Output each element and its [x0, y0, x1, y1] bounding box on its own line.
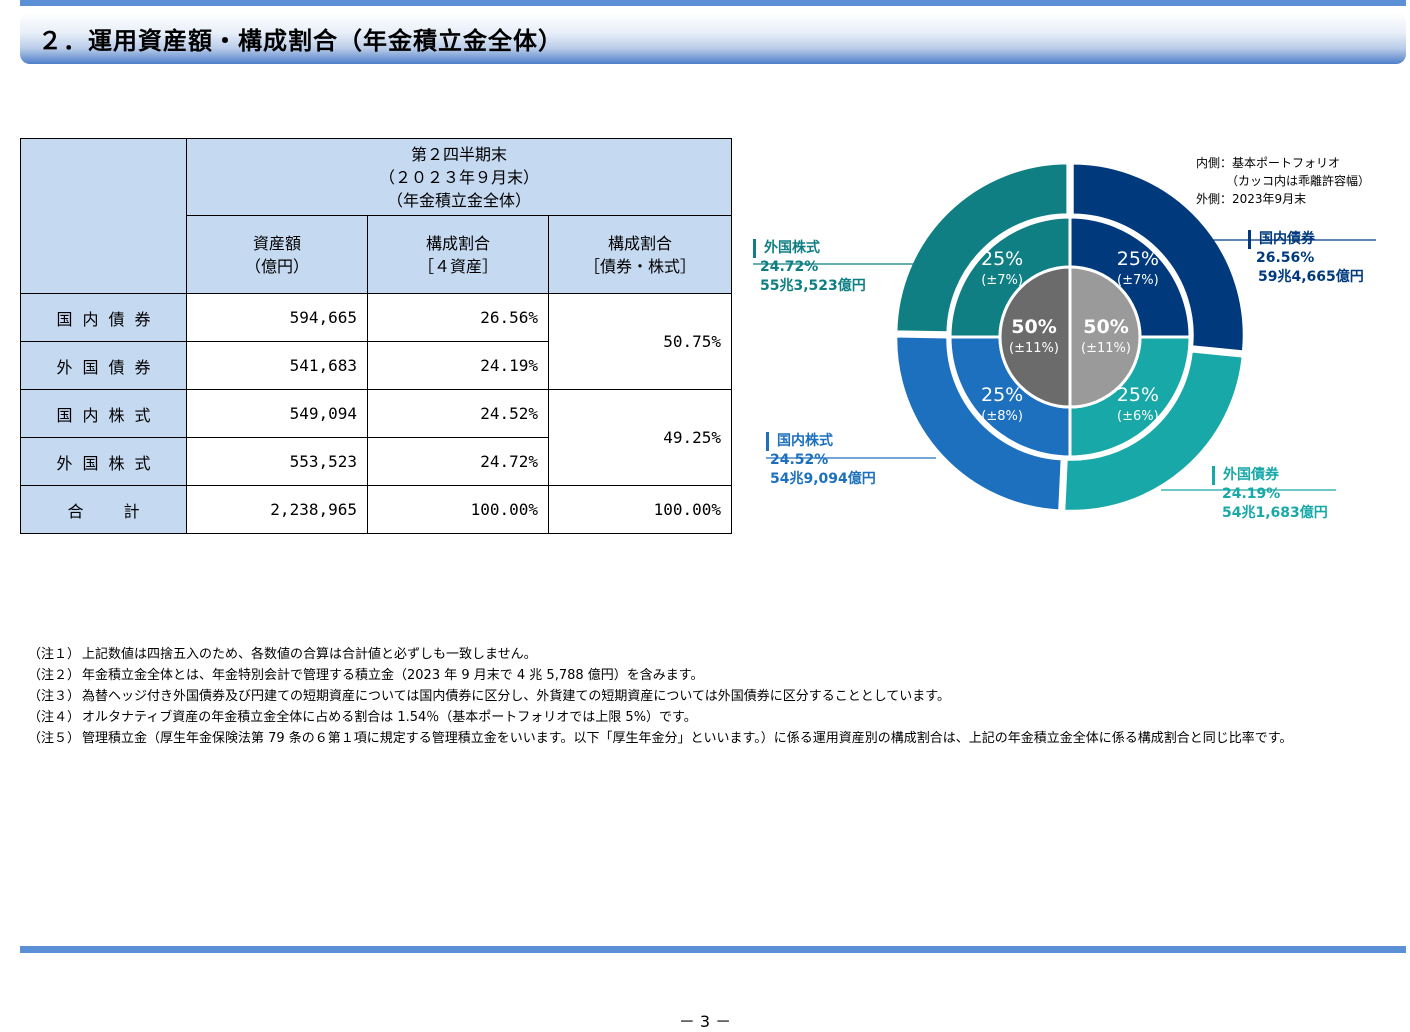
middle-range-label: (±6%) [1117, 409, 1159, 424]
total-share: 100.00% [367, 485, 549, 534]
top-accent-line [20, 0, 1406, 6]
footnote: （注５） 管理積立金（厚生年金保険法第 79 条の６第１項に規定する管理積立金をい… [28, 731, 1293, 746]
footnote: （注２） 年金積立金全体とは、年金特別会計で管理する積立金（2023 年 9 月末… [28, 668, 704, 683]
total-amount: 2,238,965 [186, 485, 368, 534]
inner-range-label: (±11%) [1081, 341, 1131, 356]
row-label: 外国株式 [20, 437, 187, 486]
allocation-table: 第２四半期末 （２０２３年９月末） （年金積立金全体） 資産額 （億円） 構成割… [20, 138, 732, 534]
middle-percent-label: 25% [981, 384, 1023, 406]
inner-range-label: (±11%) [1009, 341, 1059, 356]
page-number: － 3 － [678, 1012, 732, 1031]
chart-legend-note: 内側：基本ポートフォリオ （カッコ内は乖離許容幅） 外側：2023年9月末 [1196, 156, 1371, 206]
page-title: ２．運用資産額・構成割合（年金積立金全体） [38, 27, 563, 55]
share-cell: 24.52% [367, 389, 549, 438]
bottom-accent-line [20, 946, 1406, 953]
row-label: 国内株式 [20, 389, 187, 438]
callout-foreign-stocks: 外国株式 24.72% 55兆3,523億円 [753, 239, 866, 296]
footnotes: （注１） 上記数値は四捨五入のため、各数値の合算は合計値と必ずしも一致しません。 … [28, 644, 1398, 749]
middle-percent-label: 25% [1117, 248, 1159, 270]
col-header-share-bond-stock: 構成割合 ［債券・株式］ [548, 215, 732, 294]
callout-domestic-bonds: 国内債券 26.56% 59兆4,665億円 [1248, 230, 1364, 287]
share-cell: 24.72% [367, 437, 549, 486]
table-row: 国内債券 594,665 26.56% 50.75% [20, 293, 732, 390]
row-label: 外国債券 [20, 341, 187, 390]
amount-cell: 549,094 [186, 389, 368, 438]
col-header-amount: 資産額 （億円） [186, 215, 368, 294]
table-row: 国内株式 549,094 24.52% 49.25% [20, 389, 732, 486]
total-row: 合計 2,238,965 100.00% 100.00% [20, 485, 732, 534]
bonds-group-share: 50.75% [548, 293, 732, 390]
total-share-bond-stock: 100.00% [548, 485, 732, 534]
footnote: （注３） 為替ヘッジ付き外国債券及び円建ての短期資産については国内債券に区分し、外… [28, 689, 951, 704]
header-corner-cell [20, 138, 187, 294]
row-label: 国内債券 [20, 293, 187, 342]
inner-percent-label: 50% [1011, 316, 1056, 338]
section-banner: ２．運用資産額・構成割合（年金積立金全体） [20, 12, 1406, 64]
callout-domestic-stocks: 国内株式 24.52% 54兆9,094億円 [766, 432, 876, 489]
share-cell: 26.56% [367, 293, 549, 342]
footnote: （注１） 上記数値は四捨五入のため、各数値の合算は合計値と必ずしも一致しません。 [28, 647, 537, 662]
middle-range-label: (±7%) [981, 273, 1023, 288]
middle-percent-label: 25% [981, 248, 1023, 270]
footnote: （注４） オルタナティブ資産の年金積立金全体に占める割合は 1.54％（基本ポート… [28, 710, 697, 725]
col-header-share-4assets: 構成割合 ［４資産］ [367, 215, 549, 294]
amount-cell: 541,683 [186, 341, 368, 390]
share-cell: 24.19% [367, 341, 549, 390]
amount-cell: 553,523 [186, 437, 368, 486]
total-label: 合計 [20, 485, 187, 534]
amount-cell: 594,665 [186, 293, 368, 342]
allocation-donut-chart: 25% (±7%) 25% (±6%) 25% (±8%) 25% (±7%) 50% (±11%… [740, 140, 1400, 540]
inner-percent-label: 50% [1083, 316, 1128, 338]
period-header: 第２四半期末 （２０２３年９月末） （年金積立金全体） [186, 138, 732, 216]
middle-range-label: (±8%) [981, 409, 1023, 424]
callout-foreign-bonds: 外国債券 24.19% 54兆1,683億円 [1212, 466, 1328, 523]
middle-range-label: (±7%) [1117, 273, 1159, 288]
stocks-group-share: 49.25% [548, 389, 732, 486]
middle-percent-label: 25% [1117, 384, 1159, 406]
